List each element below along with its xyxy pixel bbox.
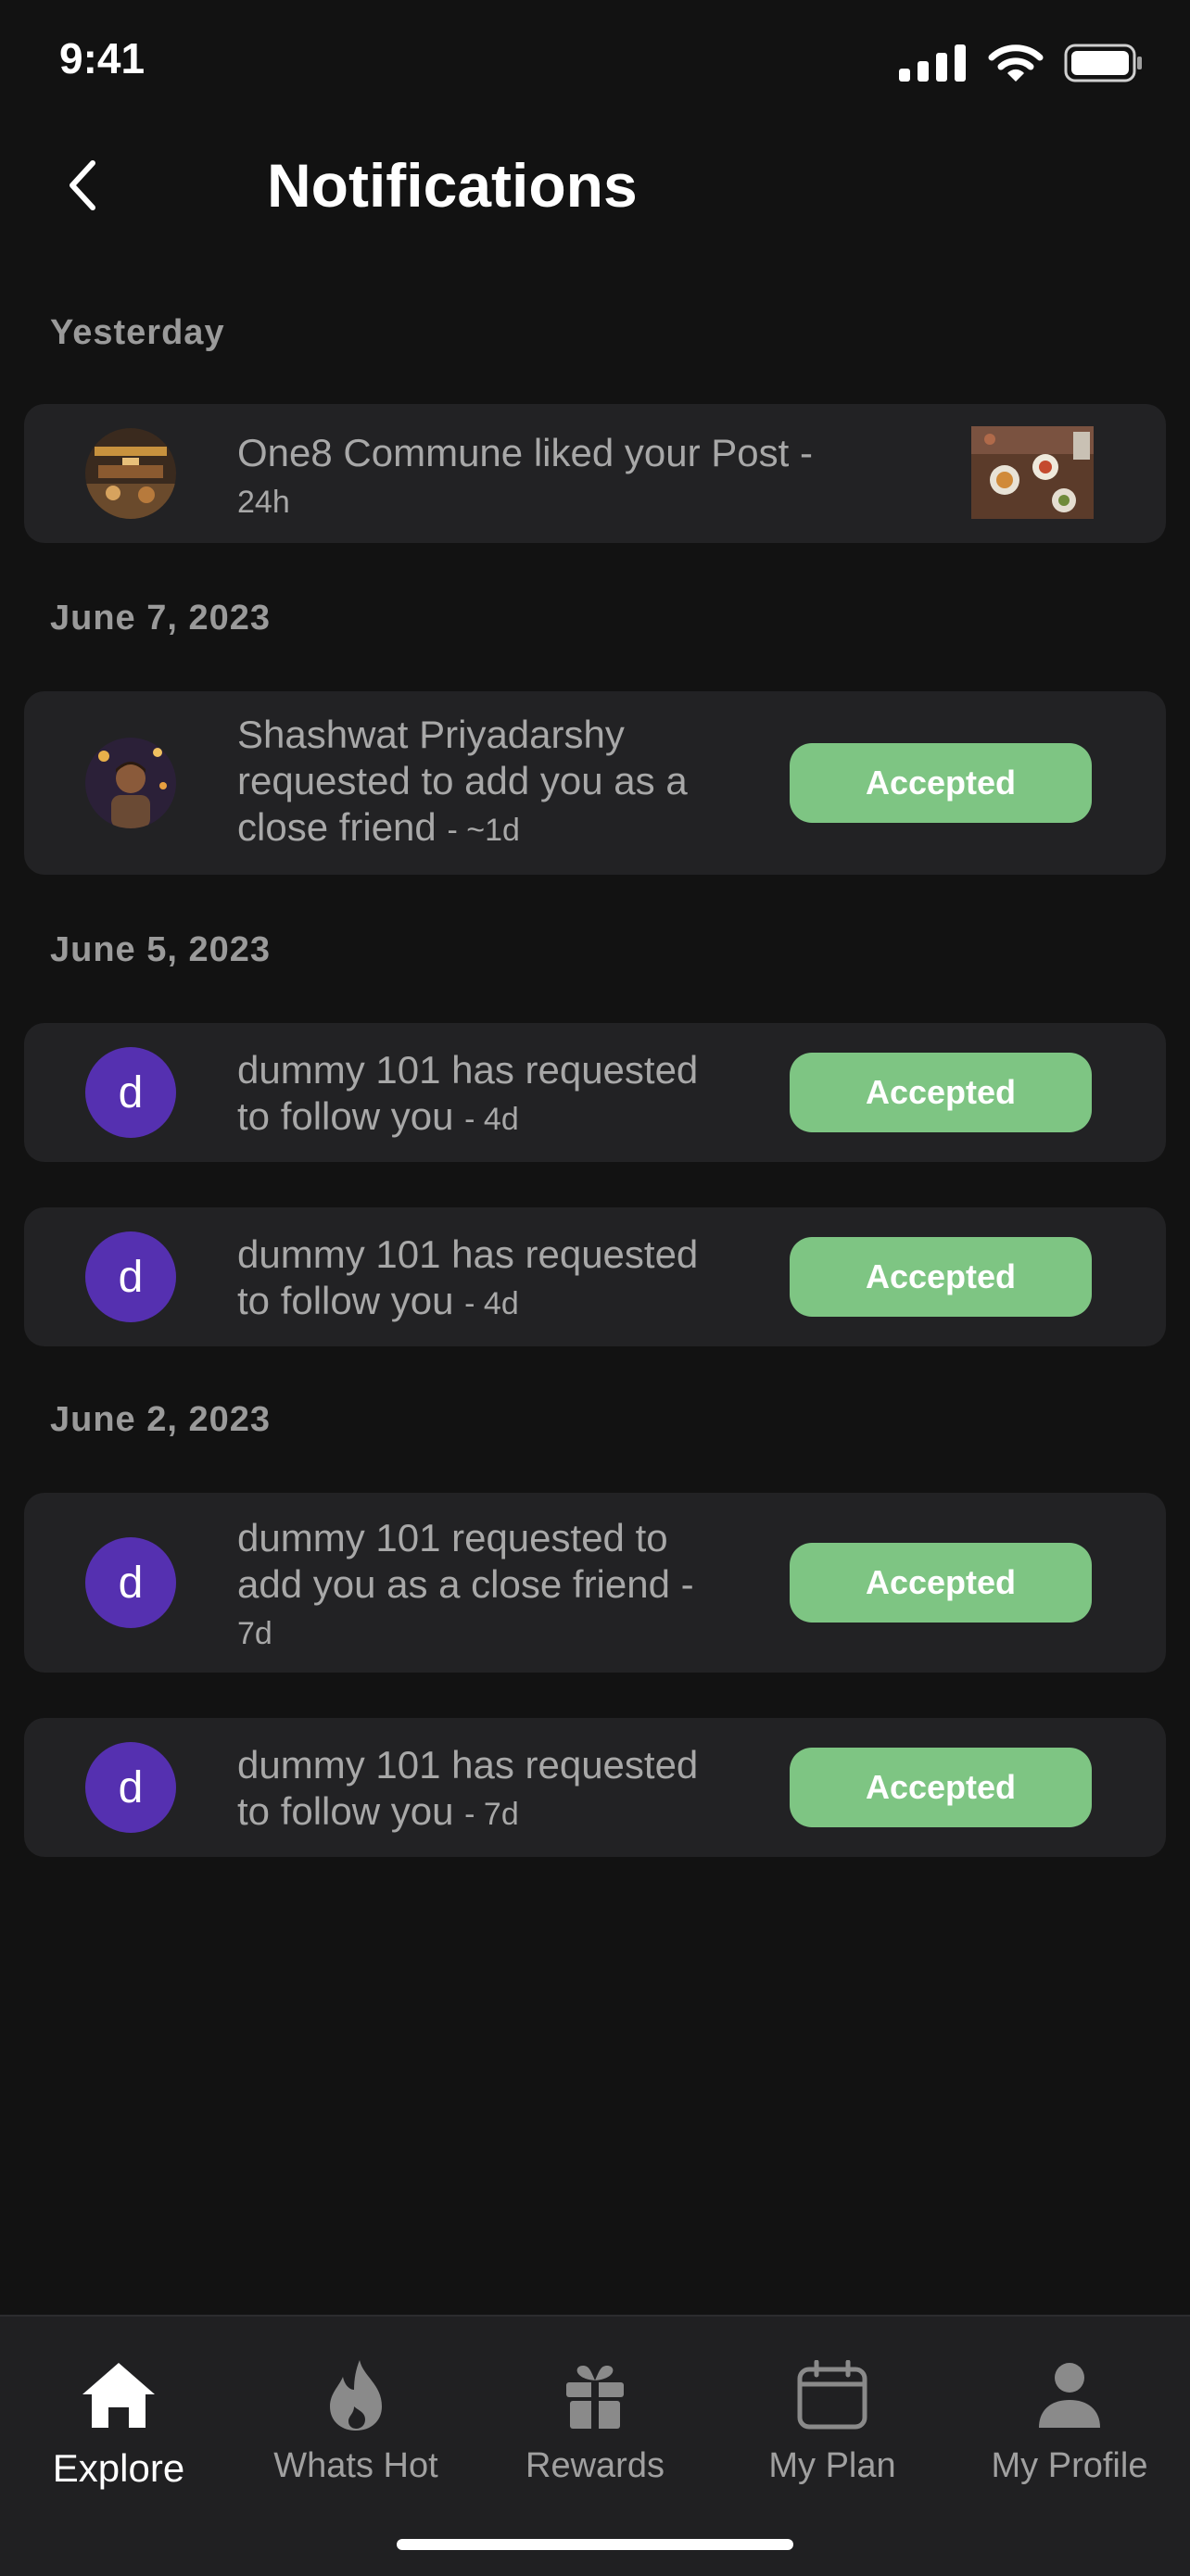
page-title: Notifications: [267, 151, 638, 220]
tab-explore[interactable]: Explore: [17, 2354, 221, 2491]
section-label-june-7: June 7, 2023: [50, 599, 272, 638]
accepted-button[interactable]: Accepted: [790, 1748, 1092, 1827]
flame-icon: [330, 2360, 382, 2431]
notification-card[interactable]: Shashwat Priyadarshy requested to add yo…: [24, 691, 1166, 875]
status-bar: 9:41: [0, 0, 1190, 130]
tab-label: Whats Hot: [273, 2446, 438, 2485]
accepted-button[interactable]: Accepted: [790, 743, 1092, 823]
section-label-june-5: June 5, 2023: [50, 930, 272, 969]
notification-card[interactable]: d dummy 101 has requested to follow you …: [24, 1023, 1166, 1162]
notification-card[interactable]: d dummy 101 has requested to follow you …: [24, 1207, 1166, 1346]
notification-time: 7d: [483, 1797, 519, 1832]
notification-card[interactable]: One8 Commune liked your Post - 24h: [24, 404, 1166, 543]
notification-message: requested to add you as a: [237, 759, 688, 802]
notification-message: dummy 101 requested to: [237, 1516, 668, 1559]
notification-text: dummy 101 requested to add you as a clos…: [237, 1516, 694, 1651]
signal-icon: [899, 44, 966, 82]
avatar[interactable]: d: [85, 1537, 176, 1628]
home-indicator[interactable]: [397, 2539, 793, 2550]
avatar[interactable]: d: [85, 1047, 176, 1138]
notification-time: 7d: [237, 1616, 272, 1651]
notification-message: dummy 101 has requested: [237, 1048, 699, 1092]
tab-bar: Explore Whats Hot Rewards My Plan My Pro…: [0, 2315, 1190, 2576]
tab-my-plan[interactable]: My Plan: [730, 2354, 934, 2486]
accepted-button[interactable]: Accepted: [790, 1053, 1092, 1132]
back-button[interactable]: [56, 148, 111, 222]
gift-icon: [566, 2366, 624, 2429]
tab-label: My Plan: [768, 2446, 896, 2485]
avatar[interactable]: [85, 738, 176, 828]
notification-message-cont: to follow you: [237, 1279, 454, 1322]
notification-text: dummy 101 has requested to follow you - …: [237, 1743, 699, 1833]
avatar[interactable]: [85, 428, 176, 519]
notification-message: dummy 101 has requested: [237, 1232, 699, 1276]
notification-message-cont: add you as a close friend: [237, 1562, 670, 1606]
notification-card[interactable]: d dummy 101 requested to add you as a cl…: [24, 1493, 1166, 1673]
wifi-icon: [988, 44, 1044, 82]
notification-text: dummy 101 has requested to follow you - …: [237, 1232, 699, 1322]
notification-time: 24h: [237, 485, 290, 520]
notification-message-cont: to follow you: [237, 1789, 454, 1833]
section-label-yesterday: Yesterday: [50, 313, 225, 352]
accepted-button[interactable]: Accepted: [790, 1237, 1092, 1317]
notification-time: 4d: [483, 1102, 519, 1137]
notification-text: One8 Commune liked your Post - 24h: [237, 431, 813, 520]
tab-my-profile[interactable]: My Profile: [968, 2354, 1171, 2486]
notification-time: 4d: [483, 1286, 519, 1321]
notification-time: ~1d: [466, 813, 520, 848]
notification-message-cont: close friend: [237, 805, 437, 849]
header: Notifications: [0, 130, 1190, 241]
notification-message-cont: to follow you: [237, 1094, 454, 1138]
tab-label: Rewards: [525, 2446, 665, 2485]
status-time: 9:41: [59, 34, 146, 82]
section-label-june-2: June 2, 2023: [50, 1400, 272, 1439]
tab-whats-hot[interactable]: Whats Hot: [254, 2354, 458, 2486]
person-icon: [1039, 2363, 1100, 2428]
notification-text: dummy 101 has requested to follow you - …: [237, 1048, 699, 1138]
tab-rewards[interactable]: Rewards: [493, 2354, 697, 2486]
notification-message: One8 Commune liked your Post: [237, 431, 790, 474]
home-icon: [82, 2363, 155, 2428]
tab-label: Explore: [52, 2446, 185, 2490]
notification-text: Shashwat Priyadarshy requested to add yo…: [237, 713, 688, 849]
calendar-icon: [797, 2360, 867, 2430]
accepted-button[interactable]: Accepted: [790, 1543, 1092, 1623]
status-icons: [899, 43, 1144, 83]
avatar[interactable]: d: [85, 1742, 176, 1833]
avatar[interactable]: d: [85, 1231, 176, 1322]
battery-icon: [1064, 44, 1142, 82]
chevron-left-icon: [70, 160, 95, 210]
post-thumbnail[interactable]: [971, 426, 1094, 519]
notification-message: dummy 101 has requested: [237, 1743, 699, 1787]
notification-card[interactable]: d dummy 101 has requested to follow you …: [24, 1718, 1166, 1857]
notification-sender: Shashwat Priyadarshy: [237, 713, 625, 756]
tab-label: My Profile: [991, 2446, 1148, 2485]
